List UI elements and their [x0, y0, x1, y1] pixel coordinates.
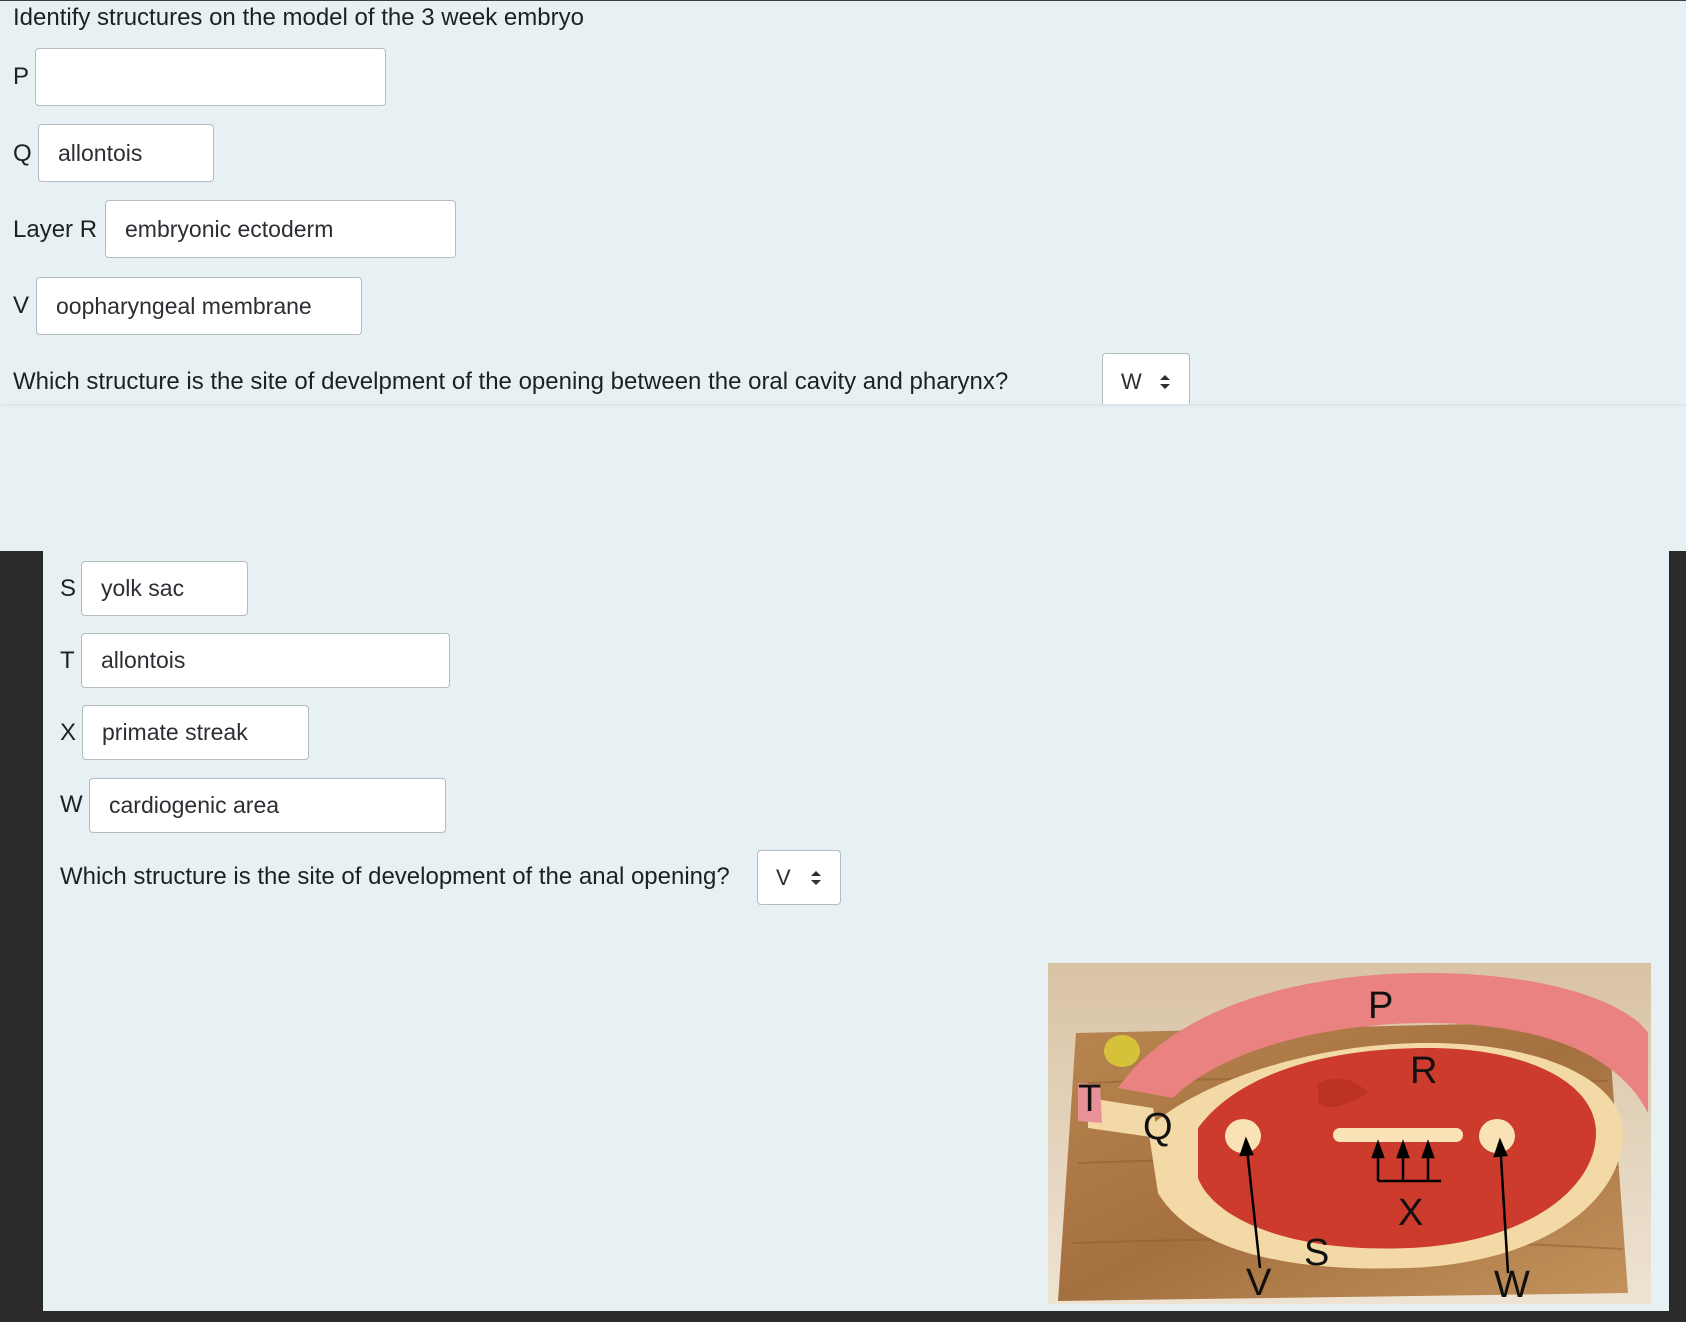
label-p: P	[13, 63, 30, 90]
input-w[interactable]	[89, 778, 446, 833]
figure-label-q: Q	[1143, 1106, 1173, 1148]
figure-label-v: V	[1246, 1262, 1272, 1304]
question1-select[interactable]: W	[1102, 353, 1190, 404]
label-t: T	[60, 647, 75, 674]
figure-label-w: W	[1494, 1264, 1530, 1304]
bottom-frame	[0, 1311, 1686, 1322]
input-q[interactable]	[38, 124, 214, 182]
question-instruction: Identify structures on the model of the …	[13, 4, 584, 31]
embryo-model-figure: P R T Q X V S W	[1048, 963, 1651, 1306]
label-layer-r: Layer R	[13, 216, 98, 243]
right-frame	[1669, 551, 1686, 1322]
question2-text: Which structure is the site of developme…	[60, 863, 730, 890]
label-s: S	[60, 575, 77, 602]
top-question-panel: Identify structures on the model of the …	[0, 0, 1686, 404]
input-p[interactable]	[35, 48, 386, 106]
figure-label-x: X	[1398, 1192, 1423, 1234]
input-x[interactable]	[82, 705, 309, 760]
question2-select[interactable]: V	[757, 850, 841, 905]
figure-label-s: S	[1304, 1232, 1329, 1274]
input-layer-r[interactable]	[105, 200, 456, 258]
input-t[interactable]	[81, 633, 450, 688]
label-v: V	[13, 292, 30, 319]
updown-icon	[811, 870, 821, 885]
label-x: X	[60, 719, 77, 746]
left-frame	[0, 551, 43, 1322]
question2-select-value: V	[776, 864, 791, 890]
figure-label-r: R	[1410, 1050, 1437, 1092]
question1-text: Which structure is the site of develpmen…	[13, 368, 1009, 395]
input-v[interactable]	[36, 277, 362, 335]
embryo-model-image: P R T Q X V S W	[1048, 963, 1651, 1306]
label-w: W	[60, 791, 83, 818]
top-border	[0, 0, 1686, 1]
updown-icon	[1160, 375, 1170, 389]
figure-label-t: T	[1078, 1078, 1101, 1120]
input-s[interactable]	[81, 561, 248, 616]
label-q: Q	[13, 140, 32, 167]
figure-label-p: P	[1368, 985, 1393, 1027]
question1-select-value: W	[1121, 369, 1142, 394]
